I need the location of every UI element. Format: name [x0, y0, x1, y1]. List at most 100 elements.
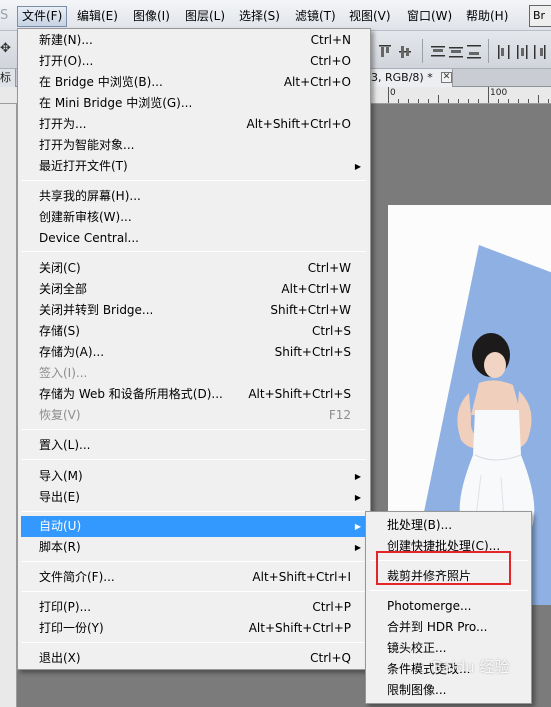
submenu-item-merge-hdr[interactable]: 合并到 HDR Pro... [369, 617, 528, 638]
menu-item-close-all[interactable]: 关闭全部 Alt+Ctrl+W [21, 279, 367, 300]
menu-separator [22, 429, 366, 430]
ruler-tick [478, 99, 479, 103]
menu-item-shortcut: Ctrl+P [312, 600, 351, 614]
menu-item-open-smart-object[interactable]: 打开为智能对象... [21, 135, 367, 156]
align-top-icon[interactable] [377, 43, 393, 61]
menu-item-shortcut: Alt+Shift+Ctrl+I [252, 570, 351, 584]
ruler-label: 0 [390, 88, 396, 98]
menu-item-shortcut: Shift+Ctrl+W [270, 303, 351, 317]
menu-item-label: 恢复(V) [39, 408, 81, 422]
menu-item-file-info[interactable]: 文件简介(F)... Alt+Shift+Ctrl+I [21, 567, 367, 588]
menu-item-print[interactable]: 打印(P)... Ctrl+P [21, 597, 367, 618]
menu-item-share-screen[interactable]: 共享我的屏幕(H)... [21, 186, 367, 207]
menu-item-shortcut: Ctrl+W [307, 261, 351, 275]
menu-edit[interactable]: 编辑(E) [73, 6, 122, 27]
menu-filter[interactable]: 滤镜(T) [291, 6, 340, 27]
toolbar-separator [488, 39, 489, 63]
menu-window[interactable]: 窗口(W) [403, 6, 456, 27]
menu-item-new[interactable]: 新建(N)... Ctrl+N [21, 30, 367, 51]
menu-item-check-in: 签入(I)... [21, 363, 367, 384]
menu-item-scripts[interactable]: 脚本(R) ▶ [21, 537, 367, 558]
menu-item-save-for-web[interactable]: 存储为 Web 和设备所用格式(D)... Alt+Shift+Ctrl+S [21, 384, 367, 405]
menu-item-open-as[interactable]: 打开为... Alt+Shift+Ctrl+O [21, 114, 367, 135]
ruler-tick [488, 87, 489, 103]
menu-item-label: 创建新审核(W)... [39, 210, 132, 224]
menu-item-label: 导出(E) [39, 490, 80, 504]
menu-item-label: 关闭全部 [39, 282, 88, 296]
menu-item-label: 自动(U) [39, 519, 82, 533]
ruler-tick [508, 99, 509, 103]
ruler-tick [408, 99, 409, 103]
menu-item-browse-bridge[interactable]: 在 Bridge 中浏览(B)... Alt+Ctrl+O [21, 72, 367, 93]
ruler-tick [438, 95, 439, 103]
menu-item-shortcut: Ctrl+S [311, 324, 351, 338]
submenu-item-batch[interactable]: 批处理(B)... [369, 515, 528, 536]
menu-item-print-one-copy[interactable]: 打印一份(Y) Alt+Shift+Ctrl+P [21, 618, 367, 639]
menu-item-label: 打印一份(Y) [39, 621, 104, 635]
menu-item-place[interactable]: 置入(L)... [21, 435, 367, 456]
file-menu-dropdown: 新建(N)... Ctrl+N 打开(O)... Ctrl+O 在 Bridge… [17, 28, 371, 670]
menu-item-device-central[interactable]: Device Central... [21, 228, 367, 249]
menu-item-label: 存储为(A)... [39, 345, 105, 359]
menu-item-label: 打开为智能对象... [39, 138, 135, 152]
ruler-tick [448, 99, 449, 103]
menu-item-close[interactable]: 关闭(C) Ctrl+W [21, 258, 367, 279]
menu-item-recent-files[interactable]: 最近打开文件(T) ▶ [21, 156, 367, 177]
distribute-top-icon[interactable] [430, 43, 446, 61]
submenu-arrow-icon: ▶ [354, 522, 361, 531]
bridge-button[interactable]: Br [529, 5, 551, 27]
menu-view[interactable]: 视图(V) [345, 6, 395, 27]
menu-item-label: 打开(O)... [39, 54, 94, 68]
menu-item-label: 关闭并转到 Bridge... [39, 303, 154, 317]
menu-separator [370, 590, 528, 591]
distribute-left-icon[interactable] [496, 43, 512, 61]
menu-separator [22, 251, 366, 252]
distribute-bottom-icon[interactable] [466, 43, 482, 61]
menu-item-exit[interactable]: 退出(X) Ctrl+Q [21, 648, 367, 669]
menu-item-save[interactable]: 存储(S) Ctrl+S [21, 321, 367, 342]
distribute-hcenter-icon[interactable] [514, 43, 530, 61]
menu-help[interactable]: 帮助(H) [462, 6, 512, 27]
menu-item-label: 存储为 Web 和设备所用格式(D)... [39, 387, 223, 401]
menu-item-import[interactable]: 导入(M) ▶ [21, 466, 367, 487]
vertical-ruler [0, 104, 17, 707]
menu-item-open[interactable]: 打开(O)... Ctrl+O [21, 51, 367, 72]
submenu-arrow-icon: ▶ [354, 162, 361, 171]
menu-item-shortcut: Alt+Shift+Ctrl+O [246, 117, 351, 131]
menu-item-shortcut: Ctrl+O [310, 54, 351, 68]
distribute-vcenter-icon[interactable] [448, 43, 464, 61]
menu-item-label: 在 Mini Bridge 中浏览(G)... [39, 96, 193, 110]
menu-item-label: Device Central... [39, 231, 139, 245]
menu-item-close-go-bridge[interactable]: 关闭并转到 Bridge... Shift+Ctrl+W [21, 300, 367, 321]
menu-item-create-review[interactable]: 创建新审核(W)... [21, 207, 367, 228]
move-tool-icon[interactable]: ✥ [0, 40, 14, 58]
menu-item-save-as[interactable]: 存储为(A)... Shift+Ctrl+S [21, 342, 367, 363]
menu-item-automate[interactable]: 自动(U) ▶ [21, 516, 367, 537]
menu-item-browse-mini-bridge[interactable]: 在 Mini Bridge 中浏览(G)... [21, 93, 367, 114]
menu-item-shortcut: F12 [328, 408, 351, 422]
menu-item-label: 批处理(B)... [387, 518, 453, 532]
menu-image[interactable]: 图像(I) [129, 6, 174, 27]
close-icon[interactable]: ✕ [441, 72, 452, 83]
menu-item-label: 置入(L)... [39, 438, 91, 452]
menu-item-label: 在 Bridge 中浏览(B)... [39, 75, 163, 89]
document-tab-other[interactable]: 标题 [0, 69, 16, 87]
menu-item-shortcut: Alt+Ctrl+W [281, 282, 351, 296]
menu-item-export[interactable]: 导出(E) ▶ [21, 487, 367, 508]
menu-item-shortcut: Shift+Ctrl+S [274, 345, 351, 359]
menu-layer[interactable]: 图层(L) [181, 6, 229, 27]
menu-item-shortcut: Ctrl+N [310, 33, 351, 47]
align-vcenter-icon[interactable] [397, 43, 413, 61]
menu-select[interactable]: 选择(S) [235, 6, 284, 27]
annotation-highlight-box [376, 551, 511, 585]
submenu-item-photomerge[interactable]: Photomerge... [369, 596, 528, 617]
watermark: Baidu 经验 [432, 658, 510, 676]
menu-item-label: 签入(I)... [39, 366, 88, 380]
menu-item-label: 打开为... [39, 117, 87, 131]
distribute-right-icon[interactable] [532, 43, 548, 61]
submenu-item-fit-image[interactable]: 限制图像... [369, 680, 528, 701]
menu-file[interactable]: 文件(F) [17, 6, 68, 27]
menu-separator [22, 459, 366, 460]
menu-item-label: 导入(M) [39, 469, 83, 483]
ruler-tick [468, 99, 469, 103]
